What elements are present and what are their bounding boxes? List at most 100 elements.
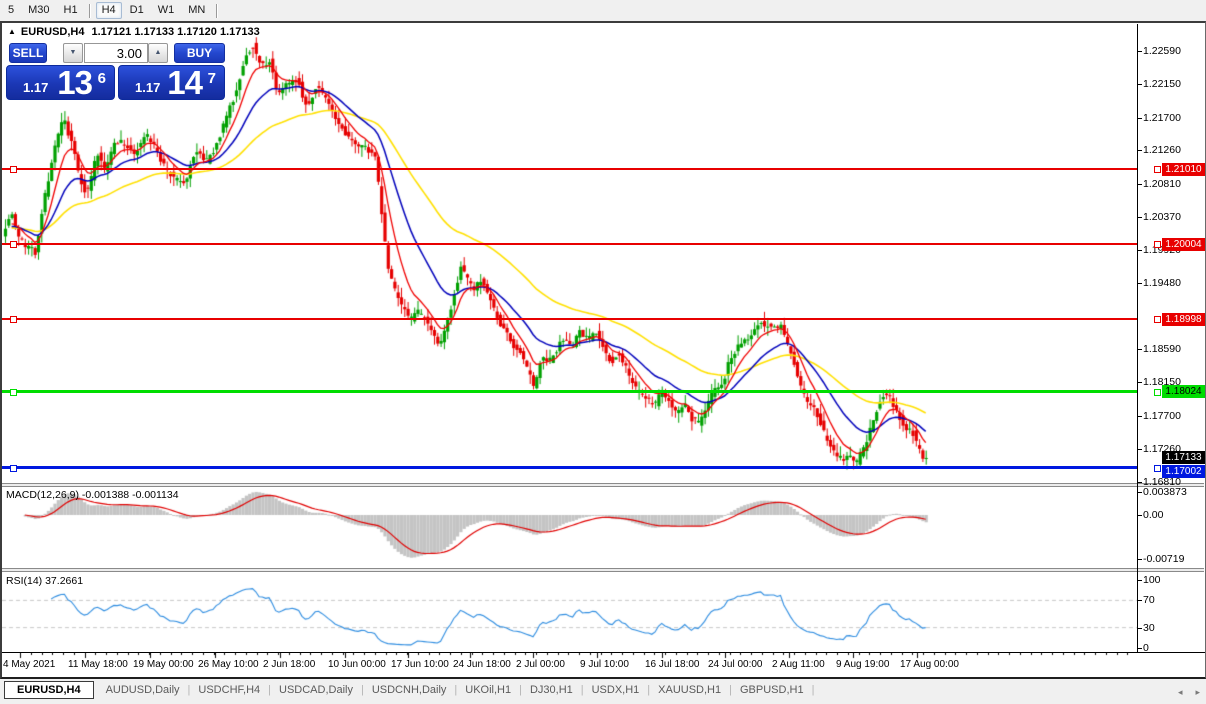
price-tick-mark bbox=[1137, 51, 1142, 52]
price-tick-mark bbox=[1137, 150, 1142, 151]
spinner-up-icon: ▲ bbox=[155, 49, 162, 56]
price-tick-label: 1.20810 bbox=[1143, 178, 1181, 190]
line-anchor-marker[interactable] bbox=[10, 241, 17, 248]
tab-scroll-left-icon[interactable]: ◂ bbox=[1178, 687, 1183, 698]
tab-audusd-daily[interactable]: AUDUSD,Daily bbox=[98, 681, 188, 699]
horizontal-level-line-1.17002[interactable] bbox=[2, 466, 1137, 469]
toolbar-separator bbox=[89, 4, 91, 18]
tab-dj30-h1[interactable]: DJ30,H1 bbox=[522, 681, 581, 699]
chart-ohlc-quotes: 1.17121 1.17133 1.17120 1.17133 bbox=[92, 26, 260, 38]
spinner-down-icon: ▼ bbox=[70, 49, 77, 56]
timeframe-button-W1[interactable]: W1 bbox=[152, 2, 181, 19]
price-tick-label: 1.21700 bbox=[1143, 112, 1181, 124]
rsi-tick-label: 70 bbox=[1143, 594, 1155, 606]
collapse-triangle-icon[interactable]: ▲ bbox=[8, 27, 16, 36]
horizontal-level-line-1.20004[interactable] bbox=[2, 243, 1137, 245]
rsi-tick-label: 0 bbox=[1143, 642, 1149, 654]
level-price-label-1.20004: 1.20004 bbox=[1162, 238, 1205, 251]
macd-tick-mark bbox=[1137, 559, 1142, 560]
level-price-label-1.21010: 1.21010 bbox=[1162, 163, 1205, 176]
tab-usdx-h1[interactable]: USDX,H1 bbox=[584, 681, 648, 699]
pane-splitter-macd[interactable] bbox=[2, 483, 1204, 487]
tab-usdcnh-daily[interactable]: USDCNH,Daily bbox=[364, 681, 455, 699]
price-tick-mark bbox=[1137, 482, 1142, 483]
tab-ukoil-h1[interactable]: UKOil,H1 bbox=[457, 681, 519, 699]
line-anchor-marker[interactable] bbox=[10, 166, 17, 173]
time-axis-label: 17 Jun 10:00 bbox=[391, 659, 449, 670]
level-price-label-1.17002: 1.17002 bbox=[1162, 465, 1205, 478]
horizontal-level-line-1.21010[interactable] bbox=[2, 168, 1137, 170]
tab-xauusd-h1[interactable]: XAUUSD,H1 bbox=[650, 681, 729, 699]
timeframe-button-5[interactable]: 5 bbox=[2, 2, 20, 19]
horizontal-level-line-1.18024[interactable] bbox=[2, 390, 1137, 393]
volume-input[interactable] bbox=[84, 43, 148, 63]
macd-label: MACD(12,26,9) -0.001388 -0.001134 bbox=[6, 489, 179, 501]
line-axis-marker bbox=[1154, 241, 1161, 248]
time-axis-label: 16 Jul 18:00 bbox=[645, 659, 700, 670]
line-anchor-marker[interactable] bbox=[10, 316, 17, 323]
price-tick-mark bbox=[1137, 184, 1142, 185]
toolbar-separator bbox=[216, 4, 218, 18]
tab-usdchf-h4[interactable]: USDCHF,H4 bbox=[190, 681, 268, 699]
line-axis-marker bbox=[1154, 166, 1161, 173]
sell-price-pips: 13 bbox=[57, 64, 92, 102]
price-tick-mark bbox=[1137, 382, 1142, 383]
rsi-tick-mark bbox=[1137, 648, 1142, 649]
rsi-indicator-canvas[interactable] bbox=[2, 572, 1137, 652]
sell-price-panel[interactable]: 1.17 13 6 bbox=[6, 65, 115, 100]
macd-tick-label: 0.00 bbox=[1143, 509, 1163, 521]
line-anchor-marker[interactable] bbox=[10, 389, 17, 396]
horizontal-level-line-1.18998[interactable] bbox=[2, 318, 1137, 320]
bid-price-label: 1.17133 bbox=[1162, 451, 1205, 464]
macd-tick-mark bbox=[1137, 515, 1142, 516]
time-axis-label: 2 Aug 11:00 bbox=[772, 659, 825, 670]
sell-price-base: 1.17 bbox=[23, 80, 48, 95]
tab-scroll-right-icon[interactable]: ▸ bbox=[1195, 687, 1200, 698]
macd-tick-mark bbox=[1137, 492, 1142, 493]
line-axis-marker bbox=[1154, 465, 1161, 472]
price-tick-mark bbox=[1137, 250, 1142, 251]
price-tick-label: 1.19480 bbox=[1143, 277, 1181, 289]
volume-increase-button[interactable]: ▲ bbox=[148, 43, 168, 63]
buy-price-pips: 14 bbox=[167, 64, 202, 102]
price-tick-label: 1.22150 bbox=[1143, 78, 1181, 90]
buy-button[interactable]: BUY bbox=[174, 43, 225, 63]
line-axis-marker bbox=[1154, 316, 1161, 323]
timeframe-button-M30[interactable]: M30 bbox=[22, 2, 55, 19]
rsi-tick-mark bbox=[1137, 580, 1142, 581]
mt4-terminal: 5M30H1 H4D1W1MN ▲ EURUSD,H4 1.17121 1.17133… bbox=[0, 0, 1206, 704]
rsi-tick-label: 100 bbox=[1143, 574, 1161, 586]
line-anchor-marker[interactable] bbox=[10, 465, 17, 472]
sell-button[interactable]: SELL bbox=[9, 43, 47, 63]
level-price-label-1.18024: 1.18024 bbox=[1162, 385, 1205, 398]
price-tick-mark bbox=[1137, 283, 1142, 284]
buy-price-panel[interactable]: 1.17 14 7 bbox=[118, 65, 225, 100]
price-tick-mark bbox=[1137, 416, 1142, 417]
tab-gbpusd-h1[interactable]: GBPUSD,H1 bbox=[732, 681, 812, 699]
volume-decrease-button[interactable]: ▼ bbox=[63, 43, 83, 63]
rsi-tick-label: 30 bbox=[1143, 622, 1155, 634]
pane-splitter-rsi[interactable] bbox=[2, 568, 1204, 572]
tab-usdcad-daily[interactable]: USDCAD,Daily bbox=[271, 681, 361, 699]
rsi-tick-mark bbox=[1137, 628, 1142, 629]
chart-symbol: EURUSD,H4 bbox=[21, 26, 85, 38]
price-tick-label: 1.21260 bbox=[1143, 144, 1181, 156]
tab-eurusd-h4[interactable]: EURUSD,H4 bbox=[4, 681, 94, 699]
timeframe-toolbar: 5M30H1 H4D1W1MN bbox=[0, 0, 1206, 21]
price-tick-label: 1.17700 bbox=[1143, 410, 1181, 422]
timeframe-button-MN[interactable]: MN bbox=[182, 2, 211, 19]
macd-tick-label: -0.00719 bbox=[1143, 553, 1184, 565]
timeframe-button-H1[interactable]: H1 bbox=[58, 2, 84, 19]
sell-price-point: 6 bbox=[98, 70, 106, 87]
level-price-label-1.18998: 1.18998 bbox=[1162, 313, 1205, 326]
price-tick-label: 1.22590 bbox=[1143, 45, 1181, 57]
tab-scroll-arrows: ◂ ▸ bbox=[1178, 687, 1200, 698]
rsi-tick-mark bbox=[1137, 600, 1142, 601]
price-tick-mark bbox=[1137, 118, 1142, 119]
timeframe-button-D1[interactable]: D1 bbox=[124, 2, 150, 19]
time-axis-label: 17 Aug 00:00 bbox=[900, 659, 959, 670]
time-axis-label: 24 Jul 00:00 bbox=[708, 659, 763, 670]
timeframe-button-H4[interactable]: H4 bbox=[96, 2, 122, 19]
tab-separator: | bbox=[812, 681, 815, 699]
macd-tick-label: 0.003873 bbox=[1143, 486, 1187, 498]
